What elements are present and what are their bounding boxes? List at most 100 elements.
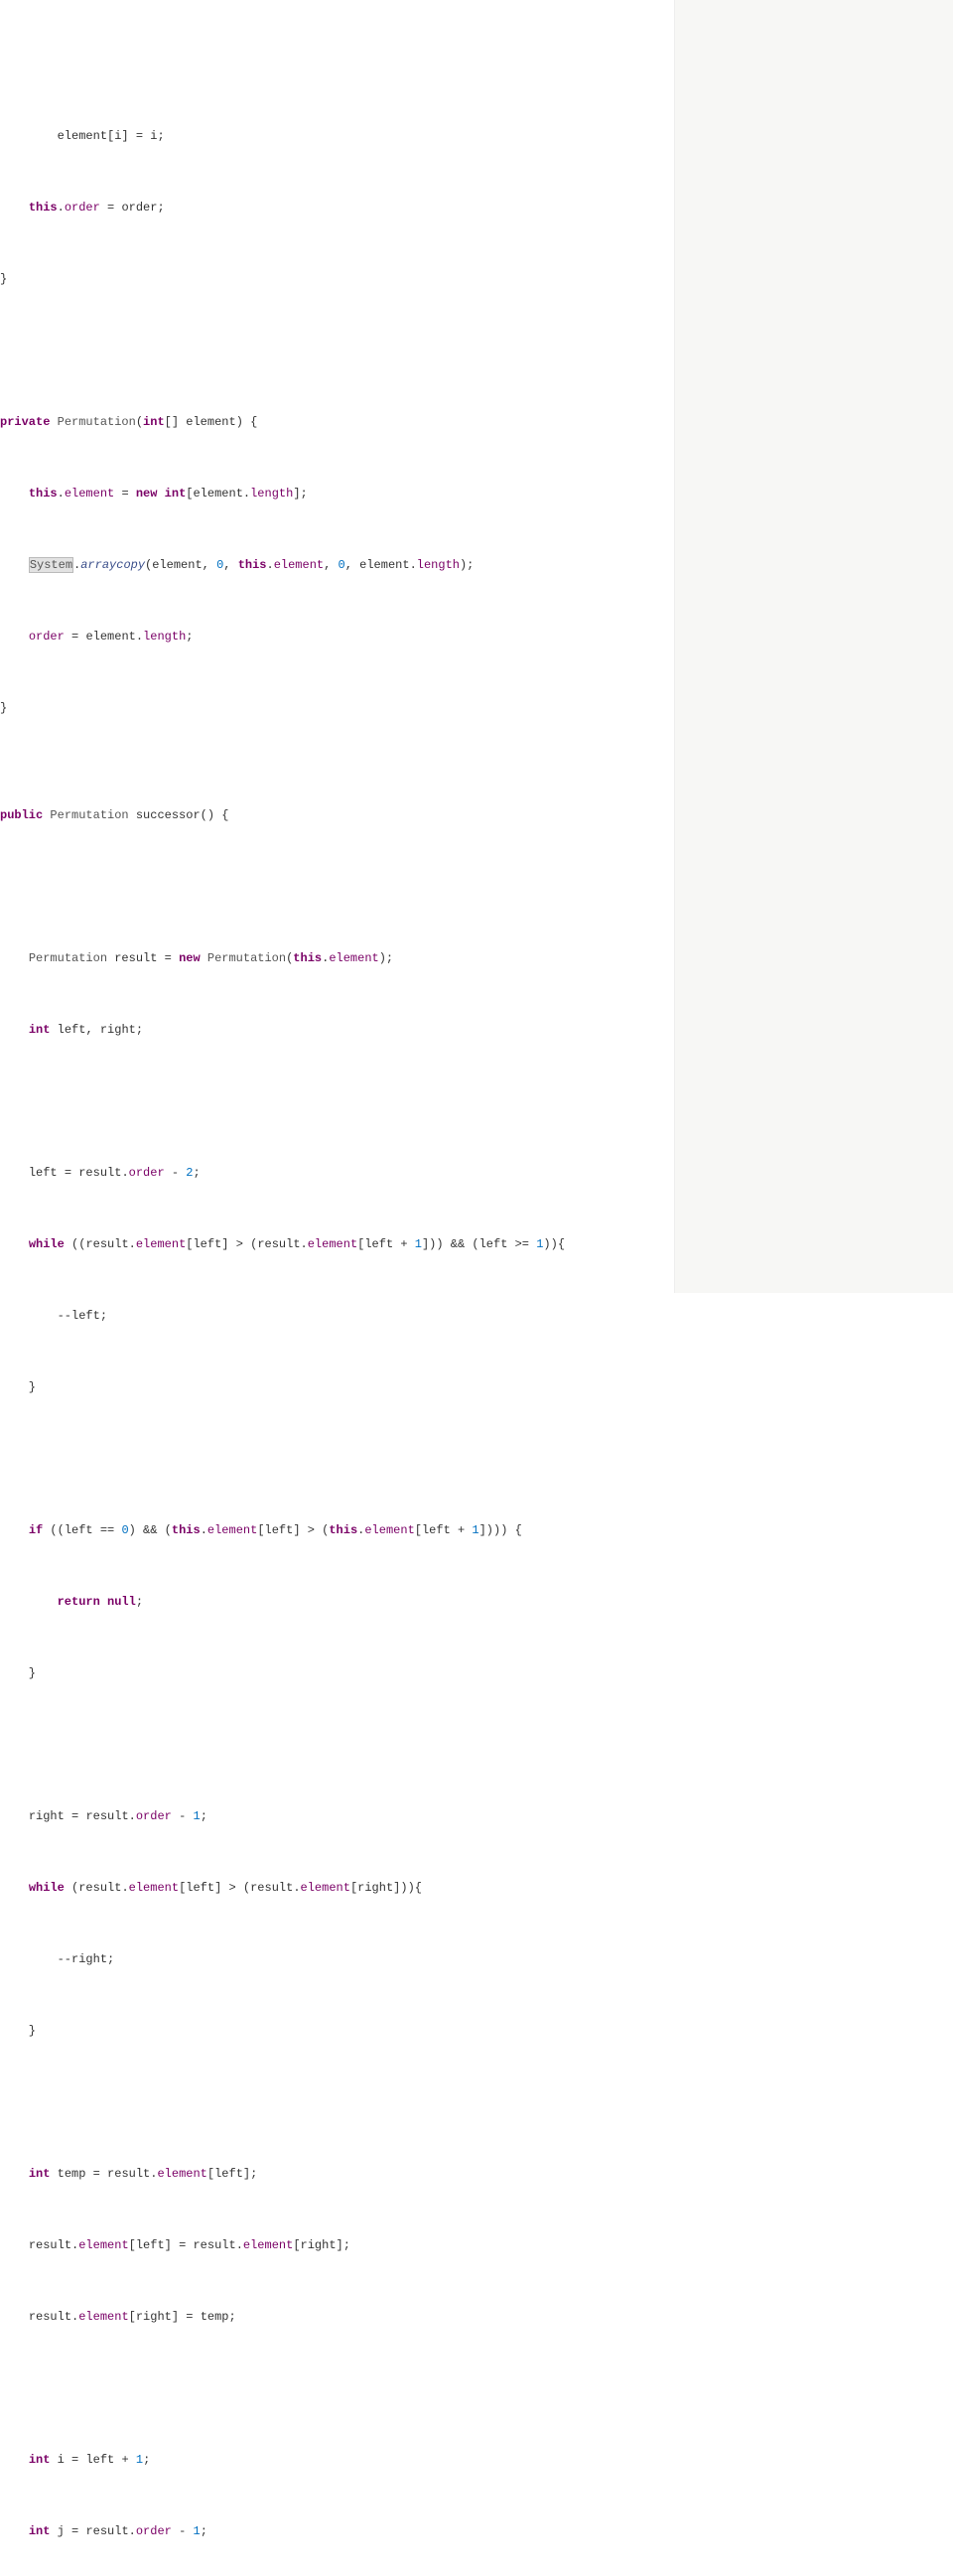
- field-order: order: [136, 2524, 172, 2538]
- code-line: }: [0, 699, 674, 717]
- code-line: Permutation result = new Permutation(thi…: [0, 949, 674, 967]
- class-name: Permutation: [207, 951, 286, 965]
- code-line: result.element[left] = result.element[ri…: [0, 2236, 674, 2254]
- blank-line: [0, 2093, 674, 2111]
- blank-line: [0, 1772, 674, 1789]
- identifier: right: [71, 1952, 107, 1966]
- blank-line: [0, 1486, 674, 1503]
- code-line: if ((left == 0) && (this.element[left] >…: [0, 1521, 674, 1539]
- identifier: left: [29, 1166, 58, 1180]
- code-line: --right;: [0, 1950, 674, 1968]
- keyword-this: this: [329, 1523, 357, 1537]
- blank-line: [0, 2487, 674, 2504]
- blank-line: [0, 449, 674, 467]
- class-name: Permutation: [29, 951, 107, 965]
- keyword-if: if: [29, 1523, 43, 1537]
- blank-line: [0, 842, 674, 860]
- highlighted-token: System: [29, 557, 73, 573]
- identifier: left: [214, 2167, 243, 2181]
- code-line: this.order = order;: [0, 199, 674, 216]
- keyword-this: this: [172, 1523, 201, 1537]
- blank-line: [0, 1557, 674, 1575]
- identifier: element: [152, 558, 202, 572]
- blank-line: [0, 1629, 674, 1646]
- identifier: result: [85, 1809, 128, 1823]
- blank-line: [0, 1414, 674, 1432]
- number: 1: [193, 2524, 200, 2538]
- page: element[i] = i; this.order = order; } pr…: [0, 0, 953, 1293]
- class-name: System: [30, 558, 72, 572]
- keyword-this: this: [293, 951, 322, 965]
- identifier: element: [85, 630, 135, 644]
- code-line: }: [0, 2022, 674, 2040]
- field-order: order: [136, 1809, 172, 1823]
- field-element: element: [207, 1523, 257, 1537]
- identifier: result: [114, 951, 157, 965]
- blank-line: [0, 771, 674, 788]
- code-line: private Permutation(int[] element) {: [0, 413, 674, 431]
- identifier: result: [85, 1237, 128, 1251]
- code-line: while (result.element[left] > (result.el…: [0, 1879, 674, 1897]
- identifier: element: [193, 487, 242, 501]
- code-line: int left, right;: [0, 1021, 674, 1039]
- keyword-int: int: [165, 487, 187, 501]
- code-line: }: [0, 1664, 674, 1682]
- blank-line: [0, 1915, 674, 1932]
- keyword-this: this: [29, 201, 58, 215]
- blank-line: [0, 342, 674, 359]
- field-order: order: [65, 201, 100, 215]
- method-name: arraycopy: [80, 558, 145, 572]
- code-line: --left;: [0, 1307, 674, 1325]
- code-area: element[i] = i; this.order = order; } pr…: [0, 0, 674, 1293]
- blank-line: [0, 520, 674, 538]
- code-line: order = element.length;: [0, 628, 674, 645]
- code-line: result.element[right] = temp;: [0, 2308, 674, 2326]
- field-element: element: [136, 1237, 186, 1251]
- identifier: result: [29, 2310, 71, 2324]
- field-element: element: [243, 2238, 293, 2252]
- keyword-new: new: [136, 487, 158, 501]
- number: 0: [339, 558, 345, 572]
- keyword-this: this: [29, 487, 58, 501]
- blank-line: [0, 735, 674, 753]
- identifier: j: [58, 2524, 65, 2538]
- identifier: element: [186, 415, 235, 429]
- identifier: left: [265, 1523, 294, 1537]
- field-length: length: [143, 630, 186, 644]
- blank-line: [0, 306, 674, 324]
- identifier: left: [479, 1237, 508, 1251]
- identifier: result: [257, 1237, 300, 1251]
- identifier: result: [107, 2167, 150, 2181]
- right-gutter: [674, 0, 953, 1293]
- blank-line: [0, 1450, 674, 1468]
- identifier: left: [422, 1523, 451, 1537]
- class-name: Permutation: [50, 808, 128, 822]
- identifier: result: [85, 2524, 128, 2538]
- keyword-while: while: [29, 1881, 65, 1895]
- identifier: left: [85, 2453, 114, 2467]
- code-line: while ((result.element[left] > (result.e…: [0, 1235, 674, 1253]
- identifier: element: [58, 129, 107, 143]
- identifier: result: [78, 1881, 121, 1895]
- blank-line: [0, 2415, 674, 2433]
- blank-line: [0, 1092, 674, 1110]
- keyword-int: int: [143, 415, 165, 429]
- blank-line: [0, 1343, 674, 1360]
- code-line: int temp = result.element[left];: [0, 2165, 674, 2183]
- field-element: element: [129, 1881, 179, 1895]
- identifier: i: [58, 2453, 65, 2467]
- field-element: element: [364, 1523, 414, 1537]
- code-line: this.element = new int[element.length];: [0, 485, 674, 502]
- identifier: right: [29, 1809, 65, 1823]
- blank-line: [0, 377, 674, 395]
- code-line: int j = result.order - 1;: [0, 2522, 674, 2540]
- blank-line: [0, 1271, 674, 1289]
- keyword-this: this: [238, 558, 267, 572]
- code-line: left = result.order - 2;: [0, 1164, 674, 1182]
- code-line: public Permutation successor() {: [0, 806, 674, 824]
- code-line: System.arraycopy(element, 0, this.elemen…: [0, 556, 674, 574]
- identifier: left: [186, 1881, 214, 1895]
- code-line: }: [0, 1378, 674, 1396]
- keyword-public: public: [0, 808, 43, 822]
- blank-line: [0, 914, 674, 931]
